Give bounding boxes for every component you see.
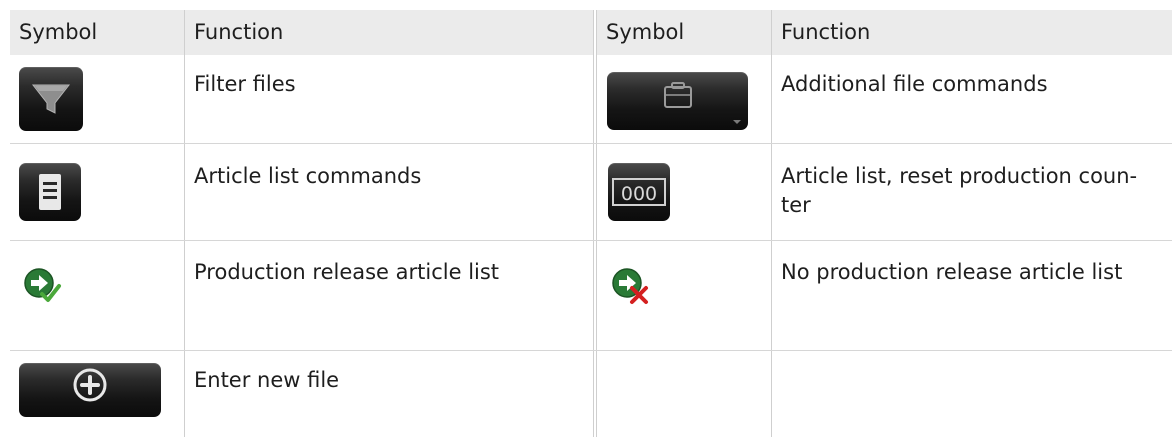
filter-icon	[19, 67, 83, 131]
plus-circle-icon	[19, 363, 161, 417]
header-function-right: Function	[772, 10, 1172, 55]
header-symbol-right: Symbol	[597, 10, 771, 55]
counter-reset-icon: 000	[608, 163, 670, 221]
column-divider	[596, 10, 597, 437]
header-function-left: Function	[185, 10, 593, 55]
header-symbol-left: Symbol	[10, 10, 184, 55]
arrow-cross-icon	[610, 266, 650, 306]
function-text: Additional file commands	[781, 72, 1048, 96]
symbol-function-table: Symbol Function Symbol Function Filter f…	[10, 10, 1172, 437]
row-divider	[10, 143, 1172, 144]
function-text: Filter files	[194, 72, 296, 96]
function-text: Enter new file	[194, 368, 340, 392]
column-divider	[593, 10, 594, 437]
document-list-icon	[19, 163, 81, 221]
counter-digits: 000	[621, 183, 657, 205]
function-text: Article list, reset production coun-ter	[781, 164, 1138, 217]
row-divider	[10, 240, 1172, 241]
function-text: Production release article list	[194, 260, 500, 284]
row-divider	[10, 350, 1172, 351]
function-text: No production release article list	[781, 260, 1123, 284]
arrow-check-icon	[22, 266, 62, 306]
function-text: Article list commands	[194, 164, 422, 188]
briefcase-icon	[607, 72, 748, 130]
